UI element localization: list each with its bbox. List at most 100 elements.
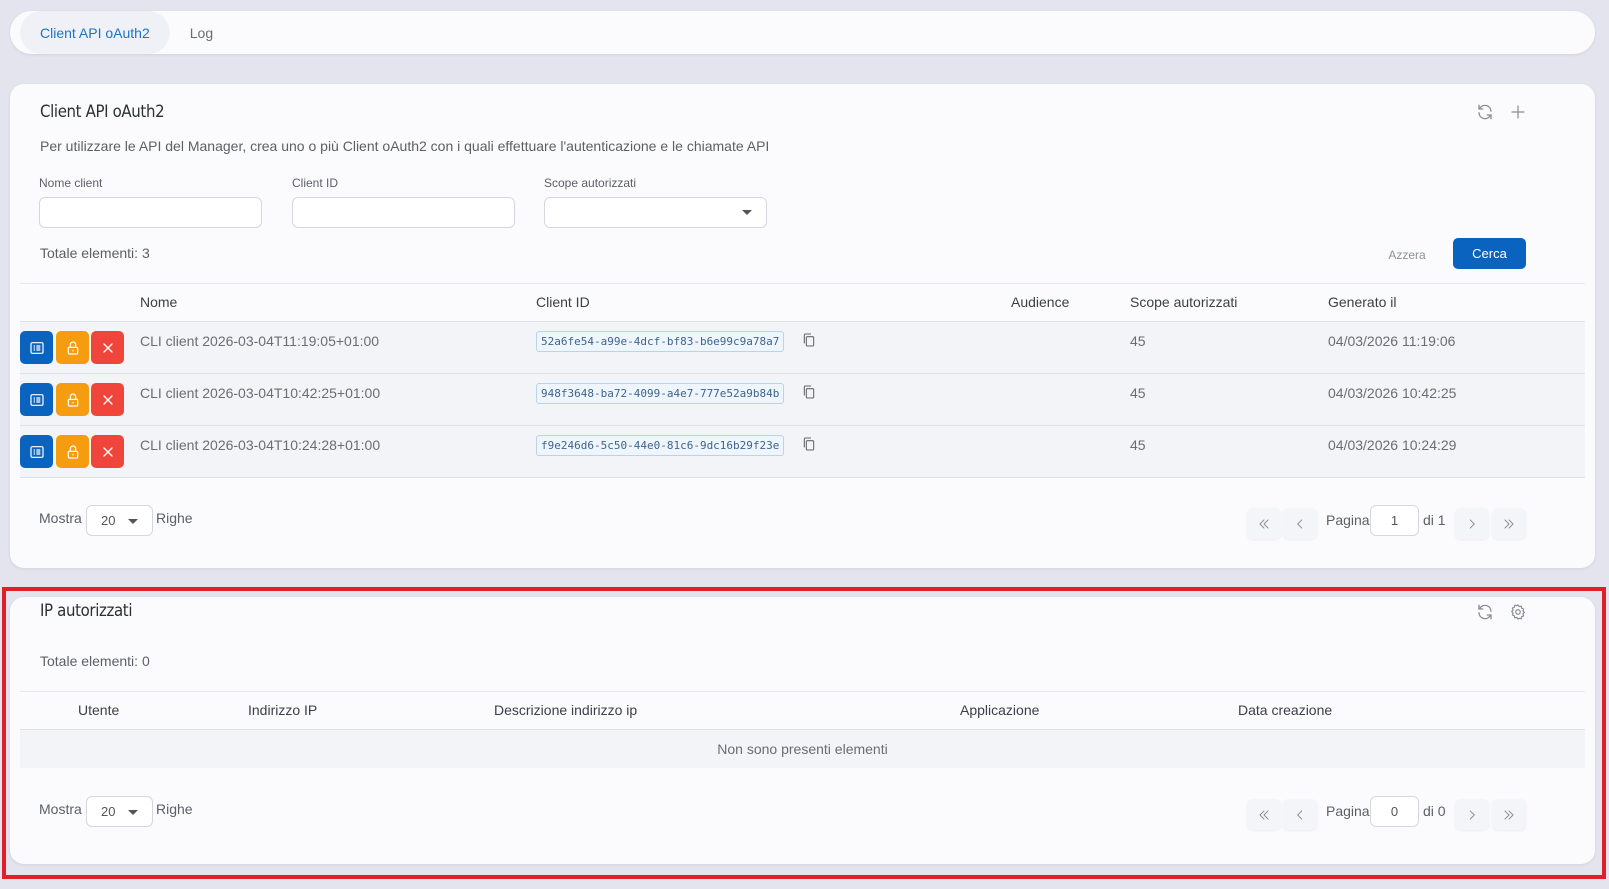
- rows-per-page-select[interactable]: 20: [86, 505, 153, 536]
- ip-card-title: IP autorizzati: [40, 601, 133, 621]
- details-button[interactable]: [20, 383, 53, 416]
- clients-card: Client API oAuth2 Per utilizzare le API …: [10, 84, 1595, 568]
- clients-card-title: Client API oAuth2: [40, 102, 165, 122]
- delete-button[interactable]: [91, 383, 124, 416]
- client-id-code: 52a6fe54-a99e-4dcf-bf83-b6e99c9a78a7: [536, 331, 785, 352]
- search-button[interactable]: Cerca: [1453, 238, 1526, 269]
- next-page-button[interactable]: [1455, 799, 1489, 830]
- client-id-filter-input[interactable]: [292, 197, 515, 228]
- column-header[interactable]: Nome: [140, 294, 177, 310]
- rows-label: Righe: [156, 801, 193, 817]
- chevron-left-icon: [1297, 518, 1303, 529]
- page-label: Pagina: [1326, 803, 1370, 819]
- page-number-input[interactable]: 1: [1370, 505, 1419, 536]
- column-header[interactable]: Indirizzo IP: [248, 702, 317, 718]
- authorized-ips-card: IP autorizzati Totale elementi: 0 Utente…: [10, 597, 1595, 864]
- scope-value: 45: [1130, 385, 1146, 401]
- clients-table: Nome Client ID Audience Scope autorizzat…: [20, 283, 1585, 478]
- client-id-code: f9e246d6-5c50-44e0-81c6-9dc16b29f23e: [536, 435, 785, 456]
- chevron-down-icon: [128, 810, 138, 815]
- table-row: CLI client 2026-03-04T10:24:28+01:00 f9e…: [20, 426, 1585, 478]
- generated-date: 04/03/2026 10:24:29: [1328, 437, 1457, 453]
- generated-date: 04/03/2026 11:19:06: [1328, 333, 1456, 349]
- lock-icon: [67, 444, 78, 459]
- page-total-label: di 1: [1423, 512, 1446, 528]
- details-button[interactable]: [20, 331, 53, 364]
- copy-icon[interactable]: [801, 383, 817, 401]
- scope-value: 45: [1130, 333, 1146, 349]
- table-row: CLI client 2026-03-04T11:19:05+01:00 52a…: [20, 322, 1585, 374]
- double-chevron-left-icon: [1259, 518, 1269, 529]
- empty-table-message: Non sono presenti elementi: [20, 730, 1585, 768]
- clients-total-count: Totale elementi: 3: [40, 245, 150, 261]
- first-page-button[interactable]: [1247, 508, 1281, 539]
- double-chevron-left-icon: [1259, 809, 1269, 820]
- last-page-button[interactable]: [1492, 508, 1526, 539]
- chevron-right-icon: [1469, 518, 1475, 529]
- client-id-filter-label: Client ID: [292, 176, 339, 190]
- delete-button[interactable]: [91, 435, 124, 468]
- column-header[interactable]: Scope autorizzati: [1130, 294, 1237, 310]
- client-name: CLI client 2026-03-04T11:19:05+01:00: [140, 333, 380, 349]
- column-header[interactable]: Client ID: [536, 294, 590, 310]
- reset-button[interactable]: Azzera: [1382, 245, 1432, 265]
- close-icon: [102, 342, 113, 353]
- prev-page-button[interactable]: [1283, 508, 1317, 539]
- column-header[interactable]: Generato il: [1328, 294, 1396, 310]
- prev-page-button[interactable]: [1283, 799, 1317, 830]
- name-filter-label: Nome client: [39, 176, 103, 190]
- close-icon: [102, 446, 113, 457]
- delete-button[interactable]: [91, 331, 124, 364]
- lock-button[interactable]: [56, 331, 89, 364]
- generated-date: 04/03/2026 10:42:25: [1328, 385, 1457, 401]
- clients-table-header: Nome Client ID Audience Scope autorizzat…: [20, 283, 1585, 322]
- copy-icon[interactable]: [801, 331, 817, 349]
- page-number-input[interactable]: 0: [1370, 796, 1419, 827]
- refresh-icon[interactable]: [1473, 600, 1497, 624]
- chevron-right-icon: [1469, 809, 1475, 820]
- double-chevron-right-icon: [1504, 809, 1514, 820]
- rows-per-page-select[interactable]: 20: [86, 796, 153, 827]
- first-page-button[interactable]: [1247, 799, 1281, 830]
- rows-per-page-value: 20: [101, 513, 116, 528]
- rows-per-page-value: 20: [101, 804, 116, 819]
- tab-client-api-oauth2[interactable]: Client API oAuth2: [20, 11, 170, 54]
- plus-icon[interactable]: [1506, 100, 1530, 124]
- chevron-left-icon: [1297, 809, 1303, 820]
- lock-button[interactable]: [56, 383, 89, 416]
- details-button[interactable]: [20, 435, 53, 468]
- list-icon: [29, 393, 44, 406]
- column-header[interactable]: Utente: [78, 702, 119, 718]
- lock-icon: [67, 392, 78, 407]
- refresh-icon[interactable]: [1473, 100, 1497, 124]
- client-name: CLI client 2026-03-04T10:42:25+01:00: [140, 385, 381, 401]
- close-icon: [102, 394, 113, 405]
- column-header[interactable]: Data creazione: [1238, 702, 1332, 718]
- list-icon: [29, 445, 44, 458]
- clients-card-description: Per utilizzare le API del Manager, crea …: [40, 138, 770, 154]
- ip-total-count: Totale elementi: 0: [40, 653, 150, 669]
- tabs-bar: Client API oAuth2 Log: [10, 11, 1595, 54]
- scope-value: 45: [1130, 437, 1146, 453]
- column-header[interactable]: Descrizione indirizzo ip: [494, 702, 637, 718]
- show-label: Mostra: [39, 510, 82, 526]
- ip-table-header: Utente Indirizzo IP Descrizione indirizz…: [20, 691, 1585, 730]
- column-header[interactable]: Applicazione: [960, 702, 1039, 718]
- gear-icon[interactable]: [1506, 600, 1530, 624]
- scope-filter-label: Scope autorizzati: [544, 176, 637, 190]
- lock-button[interactable]: [56, 435, 89, 468]
- scope-filter-select[interactable]: [544, 197, 767, 228]
- next-page-button[interactable]: [1455, 508, 1489, 539]
- last-page-button[interactable]: [1492, 799, 1526, 830]
- page-total-label: di 0: [1423, 803, 1446, 819]
- tab-log[interactable]: Log: [170, 11, 233, 54]
- rows-label: Righe: [156, 510, 193, 526]
- client-name: CLI client 2026-03-04T10:24:28+01:00: [140, 437, 381, 453]
- name-filter-input[interactable]: [39, 197, 262, 228]
- table-row: CLI client 2026-03-04T10:42:25+01:00 948…: [20, 374, 1585, 426]
- copy-icon[interactable]: [801, 435, 817, 453]
- column-header[interactable]: Audience: [1011, 294, 1069, 310]
- ip-table: Utente Indirizzo IP Descrizione indirizz…: [20, 691, 1585, 768]
- chevron-down-icon: [128, 519, 138, 524]
- double-chevron-right-icon: [1504, 518, 1514, 529]
